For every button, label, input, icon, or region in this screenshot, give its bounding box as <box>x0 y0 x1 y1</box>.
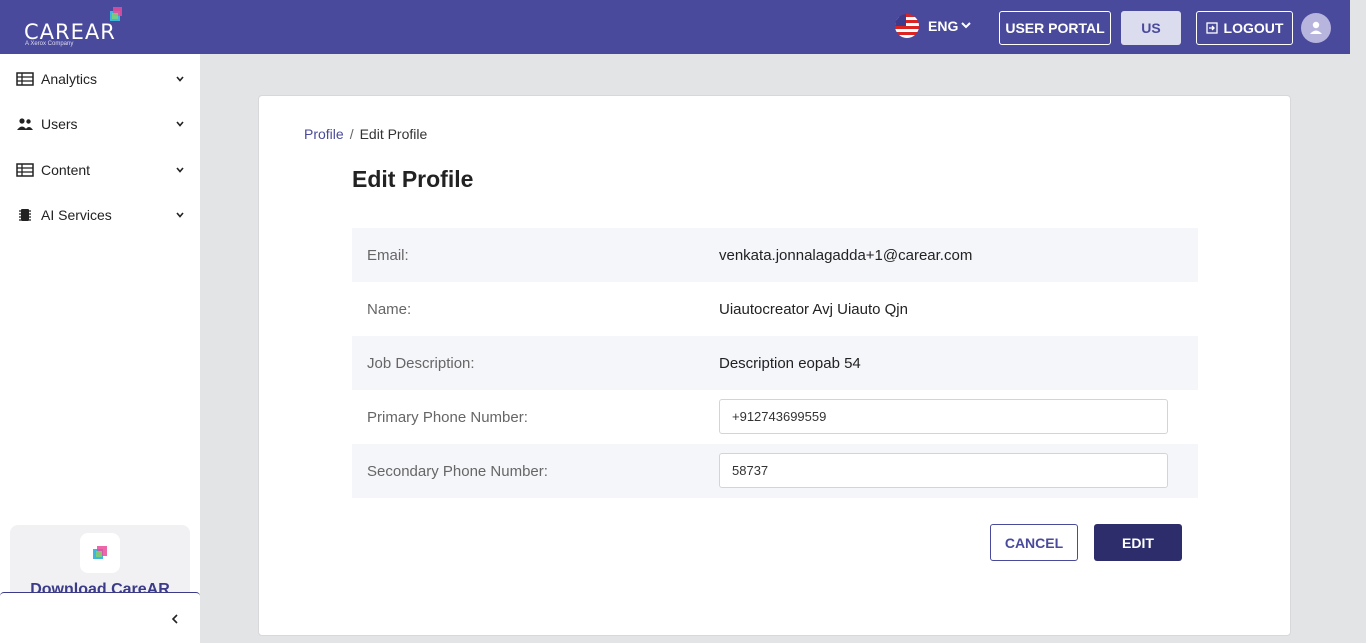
chevron-down-icon <box>176 212 184 218</box>
user-avatar[interactable] <box>1301 13 1331 43</box>
job-description-row: Job Description: Description eopab 54 <box>352 336 1198 390</box>
breadcrumb-current: Edit Profile <box>359 126 428 142</box>
page-title: Edit Profile <box>352 166 474 192</box>
breadcrumb-separator: / <box>349 126 354 142</box>
table-icon <box>16 163 34 177</box>
logo-subtext: A Xerox Company <box>25 41 74 47</box>
primary-phone-input[interactable] <box>719 399 1168 434</box>
profile-form: Email: venkata.jonnalagadda+1@carear.com… <box>352 228 1198 498</box>
sidebar-item-label: Analytics <box>41 71 98 87</box>
sidebar-item-label: Content <box>41 162 91 178</box>
users-icon <box>17 118 33 130</box>
table-icon <box>16 72 34 86</box>
job-description-value: Description eopab 54 <box>719 355 861 372</box>
chevron-down-icon <box>176 167 184 173</box>
primary-phone-label: Primary Phone Number: <box>367 409 528 426</box>
primary-phone-row: Primary Phone Number: <box>352 390 1198 444</box>
chevron-down-icon[interactable] <box>960 18 972 32</box>
us-flag-icon[interactable] <box>895 14 919 38</box>
sidebar: Analytics Users Content AI Services Down… <box>0 54 200 643</box>
chip-icon <box>19 209 31 221</box>
scrollbar-track[interactable] <box>1350 0 1366 643</box>
logout-button[interactable]: LOGOUT <box>1196 11 1293 45</box>
secondary-phone-input[interactable] <box>719 453 1168 488</box>
top-navbar: CAREAR A Xerox Company ENG USER PORTAL U… <box>0 0 1350 54</box>
sidebar-collapse-bar[interactable] <box>0 592 200 643</box>
region-button[interactable]: US <box>1121 11 1181 45</box>
edit-button[interactable]: EDIT <box>1094 524 1182 561</box>
cancel-button[interactable]: CANCEL <box>990 524 1078 561</box>
carear-app-icon <box>80 533 120 573</box>
name-row: Name: Uiautocreator Avj Uiauto Qjn <box>352 282 1198 336</box>
chevron-left-icon[interactable] <box>169 612 181 626</box>
sidebar-item-label: Users <box>41 116 78 132</box>
sidebar-item-label: AI Services <box>41 207 112 223</box>
chevron-down-icon <box>176 76 184 82</box>
sidebar-item-users[interactable]: Users <box>0 102 200 146</box>
sidebar-item-analytics[interactable]: Analytics <box>0 57 200 101</box>
job-description-label: Job Description: <box>367 355 475 372</box>
language-selector[interactable]: ENG <box>928 18 958 34</box>
user-icon <box>1310 21 1322 34</box>
email-row: Email: venkata.jonnalagadda+1@carear.com <box>352 228 1198 282</box>
app-cube-icon <box>93 546 107 559</box>
chevron-down-icon <box>176 121 184 127</box>
email-value: venkata.jonnalagadda+1@carear.com <box>719 247 973 264</box>
logout-icon <box>1205 22 1218 34</box>
sidebar-item-content[interactable]: Content <box>0 148 200 192</box>
email-label: Email: <box>367 247 409 264</box>
sidebar-item-ai-services[interactable]: AI Services <box>0 193 200 237</box>
logo-cube-icon <box>110 7 122 21</box>
carear-logo[interactable]: CAREAR A Xerox Company <box>24 6 134 50</box>
name-label: Name: <box>367 301 412 318</box>
secondary-phone-label: Secondary Phone Number: <box>367 463 548 480</box>
edit-profile-card: Profile / Edit Profile Edit Profile Email:… <box>258 95 1291 636</box>
name-value: Uiautocreator Avj Uiauto Qjn <box>719 301 908 318</box>
breadcrumb-profile-link[interactable]: Profile <box>304 126 344 142</box>
logout-label: LOGOUT <box>1223 20 1284 36</box>
breadcrumb: Profile / Edit Profile <box>304 126 427 142</box>
user-portal-button[interactable]: USER PORTAL <box>999 11 1111 45</box>
secondary-phone-row: Secondary Phone Number: <box>352 444 1198 498</box>
